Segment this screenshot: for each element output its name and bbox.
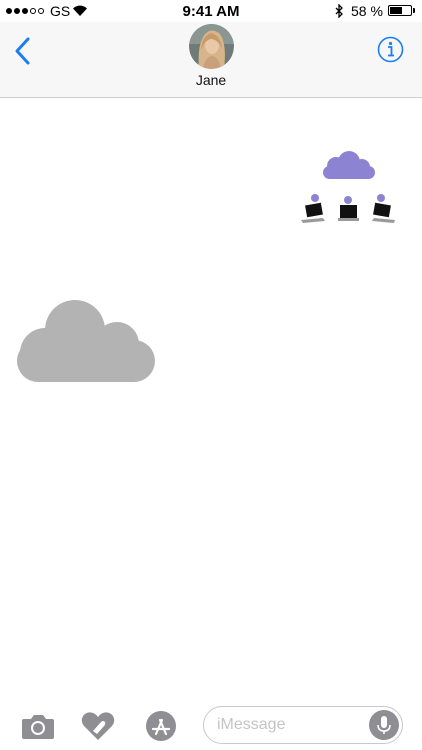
chevron-left-icon[interactable] xyxy=(10,36,34,66)
bluetooth-icon xyxy=(335,4,343,18)
laptop-icon xyxy=(372,194,395,223)
laptop-icon xyxy=(301,194,325,223)
conversation-header: Jane xyxy=(0,22,422,98)
app-store-icon[interactable] xyxy=(143,710,179,742)
message-field[interactable] xyxy=(203,706,403,744)
battery-icon xyxy=(388,5,412,16)
camera-icon[interactable] xyxy=(20,710,56,742)
battery-tip xyxy=(413,8,415,13)
microphone-button[interactable] xyxy=(369,710,399,740)
avatar[interactable] xyxy=(189,24,234,69)
info-icon[interactable] xyxy=(377,36,404,63)
digital-touch-icon[interactable] xyxy=(80,710,116,742)
microphone-icon xyxy=(377,716,391,734)
laptop-icon xyxy=(338,196,359,221)
contact-name[interactable]: Jane xyxy=(0,72,422,88)
cloud-icon xyxy=(323,151,375,179)
cloud-sticker[interactable] xyxy=(17,298,157,384)
message-input[interactable] xyxy=(217,707,367,743)
cloud-network-sticker[interactable] xyxy=(296,148,402,228)
battery-percentage: 58 % xyxy=(351,3,383,19)
status-bar: GS 9:41 AM 58 % xyxy=(0,0,422,22)
